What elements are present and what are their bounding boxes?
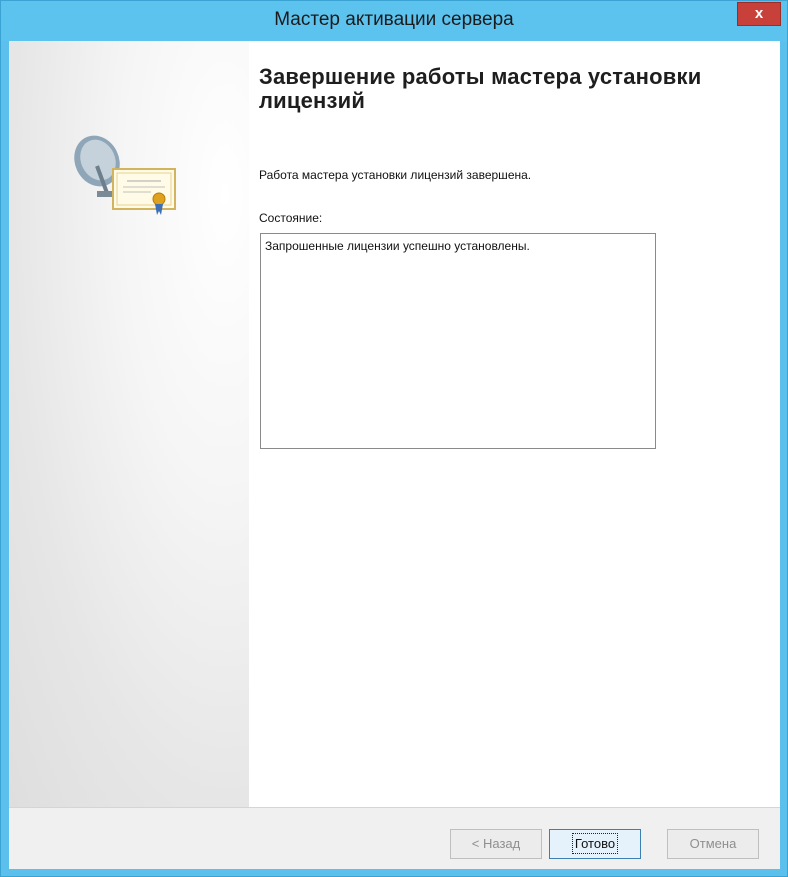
back-button[interactable]: < Назад <box>450 829 542 859</box>
cancel-button-label: Отмена <box>689 836 737 851</box>
status-label: Состояние: <box>259 211 323 225</box>
status-textbox[interactable]: Запрошенные лицензии успешно установлены… <box>260 233 656 449</box>
finish-button[interactable]: Готово <box>549 829 641 859</box>
wizard-client-area: Завершение работы мастера установки лице… <box>9 41 780 869</box>
close-icon: x <box>754 5 764 22</box>
status-text: Запрошенные лицензии успешно установлены… <box>265 239 530 253</box>
button-bar: < Назад Готово Отмена <box>9 807 780 869</box>
completion-message: Работа мастера установки лицензий заверш… <box>259 168 532 182</box>
wizard-page: Завершение работы мастера установки лице… <box>9 41 780 807</box>
window-title: Мастер активации сервера <box>274 9 514 30</box>
page-title: Завершение работы мастера установки лице… <box>259 64 702 113</box>
title-bar[interactable]: Мастер активации сервера x <box>1 1 787 41</box>
back-button-label: < Назад <box>471 836 521 851</box>
cancel-button[interactable]: Отмена <box>667 829 759 859</box>
close-button[interactable]: x <box>737 2 781 26</box>
wizard-window: Мастер активации сервера x Завершение ра… <box>0 0 788 877</box>
finish-button-label: Готово <box>571 833 619 854</box>
